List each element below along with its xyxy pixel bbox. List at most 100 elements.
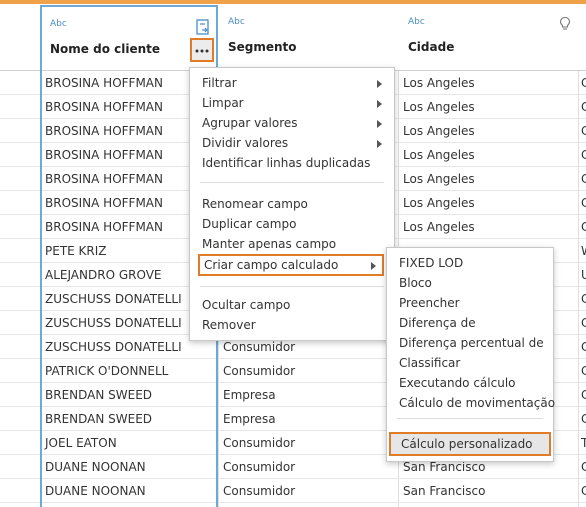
table-cell[interactable]: C [581, 388, 586, 402]
submenu-item[interactable]: Executando cálculo [387, 374, 551, 394]
table-cell[interactable]: Consumidor [223, 460, 295, 474]
submenu-item[interactable]: Diferença percentual de [387, 334, 551, 354]
table-cell[interactable]: PETE KRIZ [45, 244, 107, 258]
context-menu-item[interactable]: Duplicar campo [190, 215, 392, 235]
table-cell[interactable]: Los Angeles [403, 196, 475, 210]
menu-item-label: Limpar [202, 96, 244, 110]
table-cell[interactable]: BRENDAN SWEED [45, 412, 152, 426]
table-cell[interactable]: DUANE NOONAN [45, 460, 146, 474]
table-cell[interactable]: Consumidor [223, 364, 295, 378]
menu-item-label: Agrupar valores [202, 116, 298, 130]
table-cell[interactable]: BROSINA HOFFMAN [45, 100, 163, 114]
table-cell[interactable]: C [581, 76, 586, 90]
chevron-right-icon [371, 262, 376, 270]
table-cell[interactable]: BROSINA HOFFMAN [45, 76, 163, 90]
menu-item-label: Criar campo calculado [204, 258, 339, 272]
table-cell[interactable]: BROSINA HOFFMAN [45, 124, 163, 138]
table-row[interactable]: DUANE NOONAN Consumidor San Francisco C [0, 479, 586, 503]
table-cell[interactable]: C [581, 100, 586, 114]
menu-item-label: Executando cálculo [399, 376, 516, 390]
context-menu-item[interactable]: Remover [190, 316, 392, 336]
table-cell[interactable]: BROSINA HOFFMAN [45, 220, 163, 234]
table-cell[interactable]: C [581, 124, 586, 138]
type-label: Abc [228, 17, 245, 27]
table-cell[interactable]: BROSINA HOFFMAN [45, 196, 163, 210]
menu-item-label: Renomear campo [202, 197, 308, 211]
table-cell[interactable]: C [581, 196, 586, 210]
menu-separator [200, 182, 384, 183]
context-menu-item[interactable]: Filtrar [190, 74, 392, 94]
table-cell[interactable]: ZUSCHUSS DONATELLI [45, 292, 182, 306]
table-cell[interactable]: San Francisco [403, 460, 485, 474]
submenu-item[interactable]: Classificar [387, 354, 551, 374]
table-cell[interactable]: C [581, 316, 586, 330]
submenu-item[interactable]: Bloco [387, 274, 551, 294]
table-cell[interactable]: JOEL EATON [45, 436, 117, 450]
column-header-customer-name[interactable]: Nome do cliente [50, 42, 160, 56]
table-cell[interactable]: T [581, 436, 586, 450]
change-type-icon[interactable] [194, 18, 212, 36]
context-menu-item[interactable]: Identificar linhas duplicadas [190, 154, 392, 174]
type-label: Abc [50, 19, 67, 29]
calculated-field-submenu: FIXED LOD Bloco Preencher Diferença de Difer… [386, 247, 555, 462]
table-cell[interactable]: Consumidor [223, 484, 295, 498]
context-menu-item[interactable]: Agrupar valores [190, 114, 392, 134]
table-cell[interactable]: Consumidor [223, 436, 295, 450]
submenu-item[interactable]: FIXED LOD [387, 254, 551, 274]
table-cell[interactable]: W [581, 244, 586, 258]
lightbulb-icon[interactable] [558, 16, 576, 34]
table-cell[interactable]: C [581, 340, 586, 354]
context-menu-item[interactable]: Criar campo calculado [198, 254, 384, 276]
table-cell[interactable]: BROSINA HOFFMAN [45, 148, 163, 162]
context-menu-item[interactable]: Renomear campo [190, 195, 392, 215]
table-cell[interactable]: Los Angeles [403, 124, 475, 138]
table-cell[interactable]: Consumidor [223, 340, 295, 354]
table-cell[interactable]: C [581, 220, 586, 234]
table-cell[interactable]: Los Angeles [403, 172, 475, 186]
submenu-item[interactable]: Cálculo personalizado [389, 432, 551, 456]
context-menu-item[interactable]: Limpar [190, 94, 392, 114]
column-header-city[interactable]: Cidade [408, 40, 454, 54]
table-cell[interactable]: ZUSCHUSS DONATELLI [45, 340, 182, 354]
table-cell[interactable]: Los Angeles [403, 76, 475, 90]
submenu-item[interactable]: Preencher [387, 294, 551, 314]
menu-item-label: Cálculo personalizado [401, 437, 533, 451]
menu-item-label: Identificar linhas duplicadas [202, 156, 371, 170]
chevron-right-icon [377, 120, 382, 128]
menu-item-label: Cálculo de movimentação [399, 396, 556, 410]
submenu-item[interactable]: Diferença de [387, 314, 551, 334]
table-cell[interactable]: C [581, 364, 586, 378]
menu-separator [397, 418, 543, 419]
table-cell[interactable]: C [581, 148, 586, 162]
more-options-button[interactable] [190, 38, 214, 62]
table-cell[interactable]: C [581, 172, 586, 186]
table-cell[interactable]: Los Angeles [403, 148, 475, 162]
table-cell[interactable]: ZUSCHUSS DONATELLI [45, 316, 182, 330]
table-cell[interactable]: PATRICK O'DONNELL [45, 364, 168, 378]
submenu-item[interactable]: Cálculo de movimentação [387, 394, 555, 414]
menu-item-label: Filtrar [202, 76, 237, 90]
more-options-icon [195, 49, 209, 53]
table-cell[interactable]: Empresa [223, 388, 276, 402]
menu-item-label: Preencher [399, 296, 460, 310]
table-cell[interactable]: C [581, 292, 586, 306]
table-cell[interactable]: Los Angeles [403, 100, 475, 114]
table-cell[interactable]: San Francisco [403, 484, 485, 498]
menu-item-label: Ocultar campo [202, 298, 291, 312]
context-menu-item[interactable]: Ocultar campo [190, 296, 392, 316]
table-cell[interactable]: C [581, 412, 586, 426]
menu-item-label: Diferença percentual de [399, 336, 544, 350]
table-cell[interactable]: Los Angeles [403, 220, 475, 234]
menu-item-label: Dividir valores [202, 136, 289, 150]
table-cell[interactable]: C [581, 484, 586, 498]
table-cell[interactable]: Empresa [223, 412, 276, 426]
context-menu-item[interactable]: Manter apenas campo [190, 235, 392, 255]
table-cell[interactable]: BRENDAN SWEED [45, 388, 152, 402]
column-header-segment[interactable]: Segmento [228, 40, 297, 54]
context-menu-item[interactable]: Dividir valores [190, 134, 392, 154]
table-cell[interactable]: DUANE NOONAN [45, 484, 146, 498]
table-cell[interactable]: C [581, 460, 586, 474]
table-cell[interactable]: BROSINA HOFFMAN [45, 172, 163, 186]
table-cell[interactable]: ALEJANDRO GROVE [45, 268, 162, 282]
table-cell[interactable]: U [581, 268, 586, 282]
